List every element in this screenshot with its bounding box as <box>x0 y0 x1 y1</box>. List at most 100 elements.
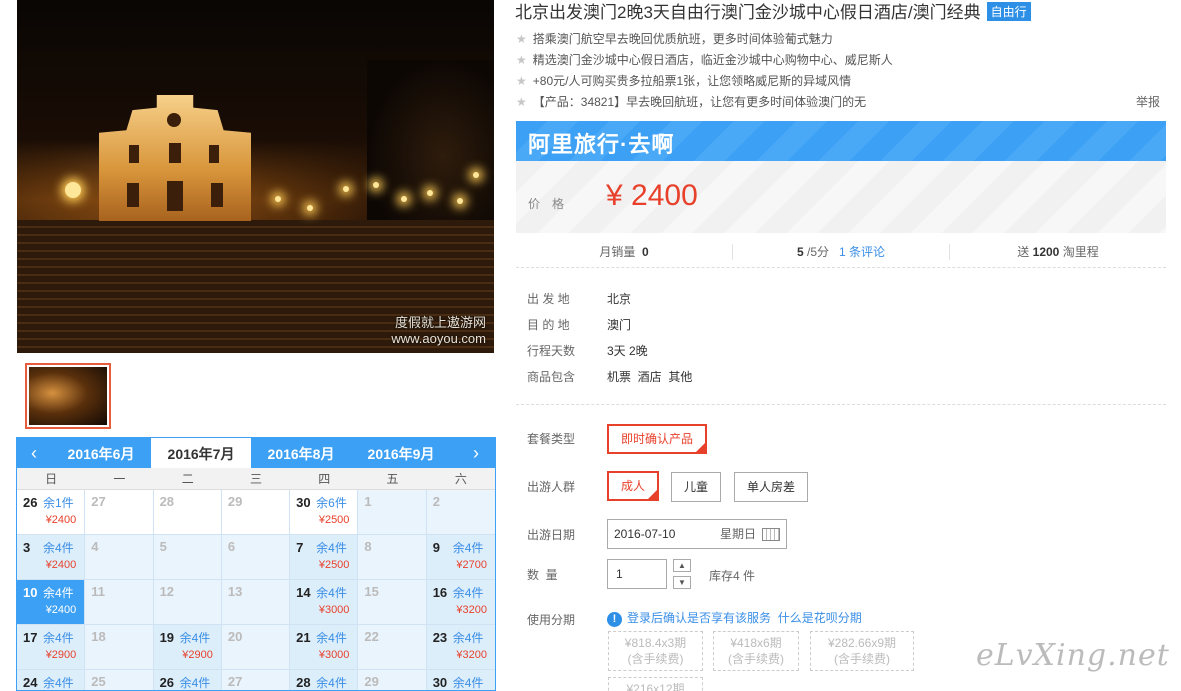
day-stock: 余4件 <box>43 586 74 600</box>
day-price: ¥2500 <box>318 559 350 571</box>
calendar-month-tab[interactable]: 2016年9月 <box>351 438 451 468</box>
traveler-option-single-room[interactable]: 单人房差 <box>734 472 808 502</box>
day-number: 19 <box>159 630 175 645</box>
calendar-day[interactable]: 9 余4件 ¥2700 <box>426 535 495 580</box>
calendar-day[interactable]: 26 余4件 <box>153 670 222 690</box>
traveler-option-child[interactable]: 儿童 <box>671 472 721 502</box>
calendar-day[interactable]: 10 余4件 ¥2400 <box>17 580 86 625</box>
day-number: 17 <box>23 630 38 645</box>
calendar-day[interactable]: 30 余4件 <box>426 670 495 690</box>
day-number: 26 <box>23 495 38 510</box>
calendar-day[interactable]: 16 余4件 ¥3200 <box>426 580 495 625</box>
traveler-option-adult[interactable]: 成人 <box>607 471 659 501</box>
calendar-month-tab[interactable]: 2016年7月 <box>151 438 251 468</box>
calendar-day: 8 <box>358 535 427 580</box>
price-box: 价格 ¥ 2400 <box>516 161 1166 233</box>
quantity-label: 数 量 <box>527 568 558 582</box>
day-number: 7 <box>296 540 304 555</box>
star-icon: ★ <box>516 32 527 46</box>
installment-option-3[interactable]: ¥818.4x3期 (含手续费) <box>608 631 703 671</box>
calendar-day[interactable]: 3 余4件 ¥2400 <box>17 535 86 580</box>
day-number: 12 <box>159 584 175 599</box>
calendar-day[interactable]: 23 余4件 ¥3200 <box>426 625 495 670</box>
day-price: ¥2400 <box>45 514 77 526</box>
calendar-day[interactable]: 17 余4件 ¥2900 <box>17 625 86 670</box>
calendar-day[interactable]: 28 余4件 <box>290 670 359 690</box>
site-logo: eLvXing.net <box>976 638 1170 673</box>
day-number: 20 <box>227 629 243 644</box>
highlight-item: ★ 精选澳门金沙城中心假日酒店，临近金沙城中心购物中心、威尼斯人 <box>516 53 893 67</box>
highlight-item: ★ 【产品：34821】早去晚回航班，让您有更多时间体验澳门的无 <box>516 95 867 109</box>
calendar-day[interactable]: 7 余4件 ¥2500 <box>290 535 359 580</box>
day-stock: 余4件 <box>316 676 347 690</box>
calendar-icon[interactable] <box>762 528 780 541</box>
image-thumbnail[interactable] <box>25 363 111 429</box>
calendar-day: 22 <box>358 625 427 670</box>
day-price: ¥2900 <box>45 649 77 661</box>
day-price: ¥3200 <box>456 604 487 616</box>
weekday-label: 五 <box>386 472 399 486</box>
day-stock: 余4件 <box>43 631 74 645</box>
calendar-day: 5 <box>153 535 222 580</box>
day-number: 28 <box>159 494 175 509</box>
day-number: 28 <box>296 675 311 690</box>
calendar-weekdays: 日一二三四五六 <box>17 468 495 490</box>
weekday-label: 二 <box>181 472 194 486</box>
installment-help-link[interactable]: 什么是花呗分期 <box>778 611 862 625</box>
date-input[interactable]: 2016-07-10 星期日 <box>607 519 787 549</box>
calendar-day[interactable]: 24 余4件 <box>17 670 86 690</box>
calendar-day[interactable]: 19 余4件 ¥2900 <box>153 625 222 670</box>
day-number: 29 <box>364 674 379 689</box>
installment-option-12[interactable]: ¥216x12期 <box>608 677 703 691</box>
calendar-day[interactable]: 14 余4件 ¥3000 <box>290 580 359 625</box>
quantity-input[interactable]: 1 <box>607 559 667 589</box>
calendar-day: 12 <box>153 580 222 625</box>
monthly-sales: 月销量 0 <box>516 243 733 260</box>
package-option-instant[interactable]: 即时确认产品 <box>607 424 708 454</box>
day-number: 29 <box>227 494 243 509</box>
calendar-next-button[interactable]: › <box>459 443 493 464</box>
day-price: ¥2400 <box>45 559 77 571</box>
installment-option-9[interactable]: ¥282.66x9期 (含手续费) <box>810 631 914 671</box>
day-number: 8 <box>364 539 372 554</box>
info-icon: ! <box>607 612 622 627</box>
day-number: 18 <box>91 629 106 644</box>
calendar-month-tab[interactable]: 2016年6月 <box>51 438 151 468</box>
day-number: 3 <box>23 540 31 555</box>
day-number: 26 <box>159 675 175 690</box>
day-number: 6 <box>227 539 236 554</box>
quantity-down-icon[interactable]: ▼ <box>673 576 691 589</box>
calendar-day: 20 <box>221 625 291 670</box>
weekday-label: 日 <box>45 472 58 486</box>
day-stock: 余4件 <box>179 676 211 690</box>
calendar-day[interactable]: 30 余6件 ¥2500 <box>290 490 359 535</box>
price-value: ¥ 2400 <box>606 179 698 212</box>
report-link[interactable]: 举报 <box>1136 93 1160 110</box>
day-number: 24 <box>23 675 38 690</box>
product-title: 北京出发澳门2晚3天自由行澳门金沙城中心假日酒店/澳门经典 自由行 <box>515 0 1031 23</box>
day-number: 27 <box>91 494 106 509</box>
installment-option-6[interactable]: ¥418x6期 (含手续费) <box>713 631 799 671</box>
calendar-prev-button[interactable]: ‹ <box>17 443 51 464</box>
price-label: 价格 <box>528 197 577 211</box>
day-stock: 余4件 <box>452 586 484 600</box>
quantity-up-icon[interactable]: ▲ <box>673 559 691 572</box>
weekday-label: 四 <box>318 472 331 486</box>
day-number: 11 <box>91 584 106 599</box>
weekday-label: 三 <box>249 472 262 486</box>
calendar-month-bar: ‹ 2016年6月 2016年7月 2016年8月 2016年9月 › <box>17 438 495 468</box>
calendar-month-tab[interactable]: 2016年8月 <box>251 438 351 468</box>
calendar-day[interactable]: 26 余1件 ¥2400 <box>17 490 86 535</box>
calendar-day[interactable]: 21 余4件 ¥3000 <box>290 625 359 670</box>
info-row-departure: 出 发 地北京 <box>527 292 632 306</box>
date-label: 出游日期 <box>527 528 576 542</box>
points-reward: 送 1200 淘里程 <box>1017 244 1099 259</box>
day-number: 23 <box>432 630 448 645</box>
day-price: ¥3000 <box>318 649 350 661</box>
reviews-link[interactable]: 1 条评论 <box>839 245 885 259</box>
day-stock: 余4件 <box>43 541 74 555</box>
day-stock: 余4件 <box>43 676 74 690</box>
calendar-day: 28 <box>153 490 222 535</box>
date-weekday: 星期日 <box>719 527 756 541</box>
calendar-day: 4 <box>85 535 154 580</box>
